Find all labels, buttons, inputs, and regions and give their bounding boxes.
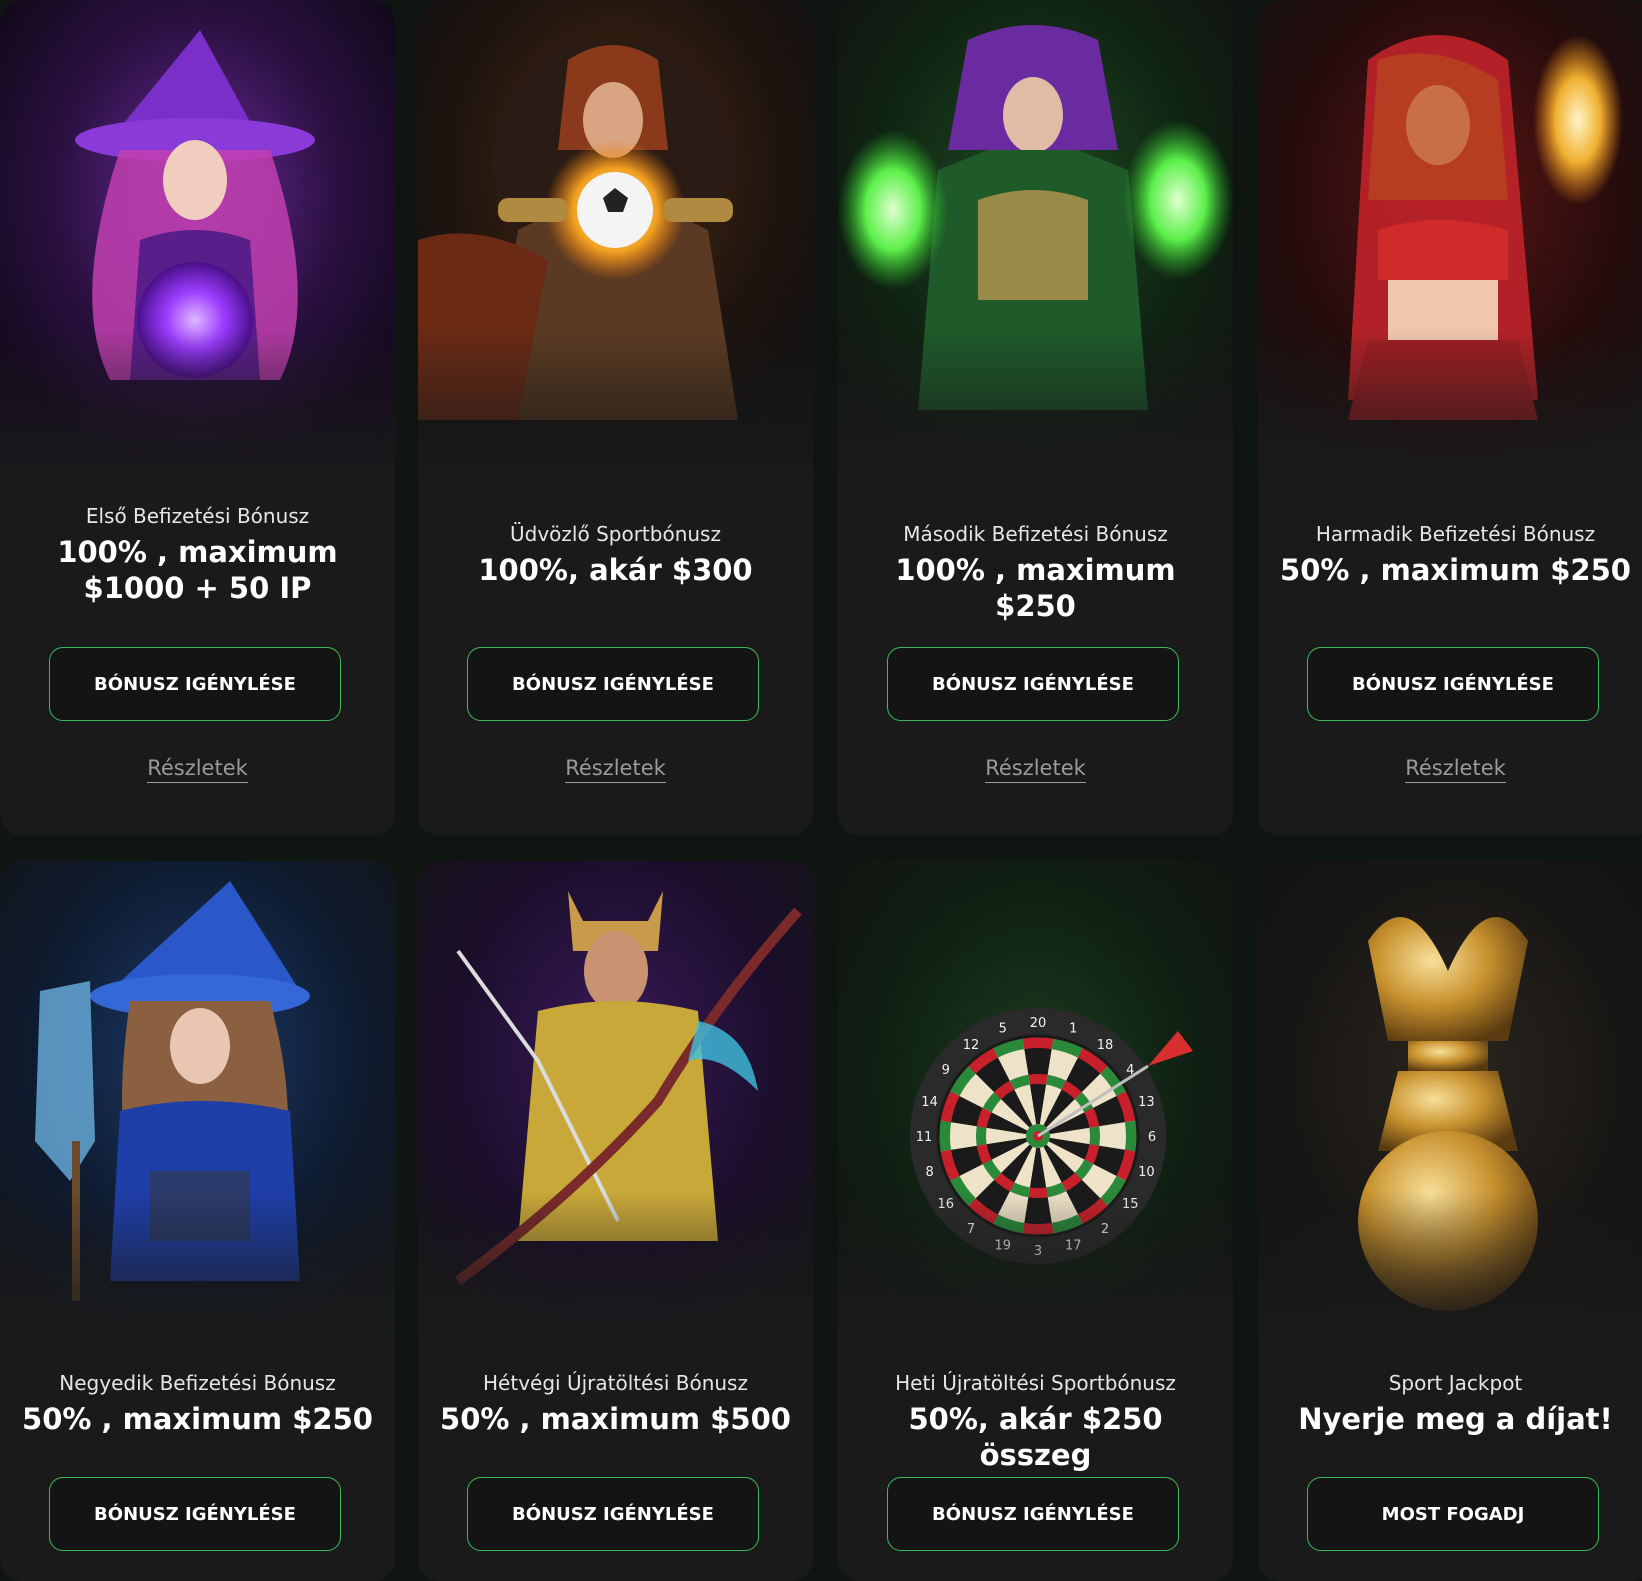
details-link[interactable]: Részletek [0,756,395,783]
bonus-card-1: Első Befizetési Bónusz 100% , maximum $1… [0,0,395,836]
card-headline: 50% , maximum $500 [440,1402,791,1436]
card-text: Hétvégi Újratöltési Bónusz 50% , maximum… [418,1371,813,1437]
dartboard-number: 6 [1148,1130,1156,1145]
claim-bonus-button[interactable]: BÓNUSZ IGÉNYLÉSE [49,647,341,721]
art-fade [418,330,813,490]
claim-bonus-button[interactable]: BÓNUSZ IGÉNYLÉSE [1307,647,1599,721]
bonus-card-6: Hétvégi Újratöltési Bónusz 50% , maximum… [418,861,813,1581]
bonus-card-3: Második Befizetési Bónusz 100% , maximum… [838,0,1233,836]
bonus-card-5: Negyedik Befizetési Bónusz 50% , maximum… [0,861,395,1581]
card-headline: 100% , maximum $1000 + 50 IP [57,535,338,605]
art-fade [1258,330,1642,490]
dartboard-number: 10 [1138,1165,1155,1180]
card-text: Első Befizetési Bónusz 100% , maximum $1… [0,504,395,606]
details-link[interactable]: Részletek [1258,756,1642,783]
card-text: Második Befizetési Bónusz 100% , maximum… [838,522,1233,624]
claim-bonus-button[interactable]: BÓNUSZ IGÉNYLÉSE [49,1477,341,1551]
dartboard-number: 18 [1097,1038,1114,1053]
claim-bonus-button[interactable]: BÓNUSZ IGÉNYLÉSE [887,647,1179,721]
card-subtitle: Heti Újratöltési Sportbónusz [895,1371,1176,1395]
card-text: Üdvözlő Sportbónusz 100%, akár $300 [418,522,813,588]
card-subtitle: Sport Jackpot [1388,1371,1523,1395]
art-fade [838,1191,1233,1351]
dartboard-number: 8 [925,1165,933,1180]
bonus-card-2: Üdvözlő Sportbónusz 100%, akár $300 BÓNU… [418,0,813,836]
dartboard-number: 9 [942,1063,950,1078]
dartboard-number: 13 [1138,1095,1155,1110]
art-fade [0,1191,395,1351]
card-headline: 100%, akár $300 [478,553,753,587]
art-fade [838,330,1233,490]
dartboard-number: 12 [963,1038,980,1053]
dartboard-number: 5 [999,1022,1007,1037]
details-link[interactable]: Részletek [418,756,813,783]
dartboard-number: 14 [921,1095,938,1110]
dartboard-number: 11 [916,1130,933,1145]
card-subtitle: Negyedik Befizetési Bónusz [59,1371,336,1395]
claim-bonus-button[interactable]: BÓNUSZ IGÉNYLÉSE [467,647,759,721]
card-subtitle: Első Befizetési Bónusz [85,504,310,528]
dartboard-segment [976,1126,987,1146]
dartboard-number: 20 [1030,1016,1047,1031]
card-text: Sport Jackpot Nyerje meg a díjat! [1258,1371,1642,1437]
bet-now-button[interactable]: MOST FOGADJ [1307,1477,1599,1551]
dartboard-number: 1 [1069,1022,1077,1037]
card-subtitle: Harmadik Befizetési Bónusz [1315,522,1596,546]
claim-bonus-button[interactable]: BÓNUSZ IGÉNYLÉSE [887,1477,1179,1551]
card-text: Negyedik Befizetési Bónusz 50% , maximum… [0,1371,395,1437]
bonus-card-8: Sport Jackpot Nyerje meg a díjat! MOST F… [1258,861,1642,1581]
card-text: Heti Újratöltési Sportbónusz 50%, akár $… [838,1371,1233,1473]
card-headline: 50%, akár $250 összeg [908,1402,1163,1472]
card-subtitle: Hétvégi Újratöltési Bónusz [483,1371,748,1395]
art-fade [0,330,395,490]
card-headline: 50% , maximum $250 [22,1402,373,1436]
claim-bonus-button[interactable]: BÓNUSZ IGÉNYLÉSE [467,1477,759,1551]
details-link[interactable]: Részletek [838,756,1233,783]
art-fade [418,1191,813,1351]
dartboard-segment [1089,1126,1100,1146]
card-subtitle: Második Befizetési Bónusz [903,522,1168,546]
bonus-card-7: 2011841361015217319716811149125 Heti Újr… [838,861,1233,1581]
card-text: Harmadik Befizetési Bónusz 50% , maximum… [1258,522,1642,588]
card-headline: 50% , maximum $250 [1280,553,1631,587]
bonus-grid: Első Befizetési Bónusz 100% , maximum $1… [0,0,1642,1581]
bonus-card-4: Harmadik Befizetési Bónusz 50% , maximum… [1258,0,1642,836]
card-headline: Nyerje meg a díjat! [1298,1402,1613,1436]
dartboard-segment [1028,1074,1048,1085]
card-subtitle: Üdvözlő Sportbónusz [510,522,721,546]
card-headline: 100% , maximum $250 [895,553,1176,623]
art-fade [1258,1191,1642,1351]
